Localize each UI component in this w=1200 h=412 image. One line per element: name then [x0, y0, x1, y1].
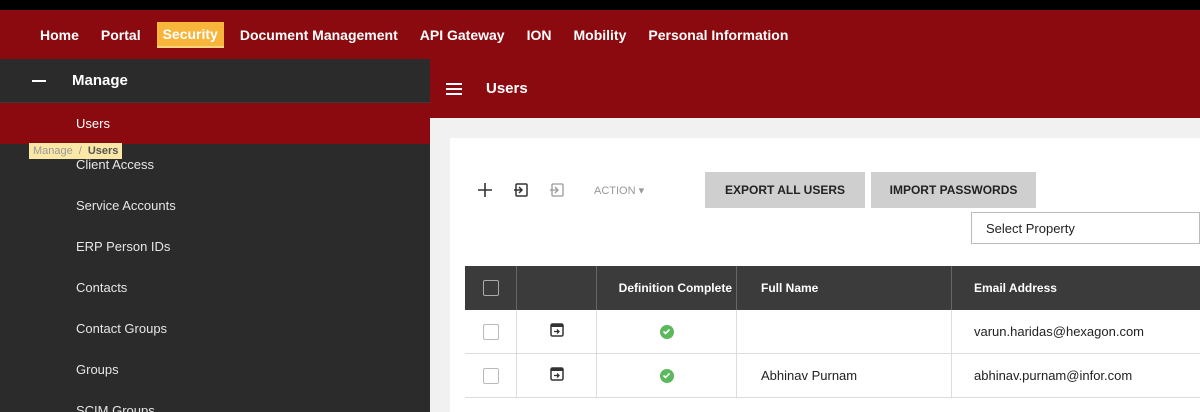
- topnav-mobility[interactable]: Mobility: [573, 23, 626, 47]
- sidebar-item-label: Contacts: [76, 280, 128, 295]
- page-header: Users: [430, 59, 1200, 118]
- breadcrumb: Manage / Users: [29, 143, 123, 159]
- topnav-personal-information[interactable]: Personal Information: [648, 23, 788, 47]
- table-row[interactable]: Abhinav Purnam abhinav.purnam@infor.com: [465, 354, 1200, 398]
- header-select-all: [465, 266, 517, 310]
- row-action-cell: [517, 354, 597, 397]
- header-action-column: [517, 266, 597, 310]
- select-all-checkbox[interactable]: [482, 280, 499, 296]
- sidebar-item-contacts[interactable]: Contacts: [0, 267, 430, 308]
- top-navigation: Home Portal Security Document Management…: [0, 10, 1200, 59]
- email-cell: abhinav.purnam@infor.com: [974, 368, 1133, 383]
- sidebar-item-label: SCIM Groups: [76, 403, 155, 412]
- header-full-name[interactable]: Full Name: [737, 266, 952, 310]
- topnav-home[interactable]: Home: [40, 23, 79, 47]
- sidebar-item-label: Client Access: [76, 157, 155, 172]
- export-all-users-button[interactable]: EXPORT ALL USERS: [705, 172, 865, 208]
- email-cell: varun.haridas@hexagon.com: [974, 324, 1145, 339]
- open-record-icon[interactable]: [549, 367, 564, 384]
- select-property-dropdown[interactable]: Select Property: [971, 212, 1200, 244]
- row-checkbox[interactable]: [482, 323, 499, 340]
- sidebar-item-service-accounts[interactable]: Service Accounts: [0, 185, 430, 226]
- action-dropdown[interactable]: ACTION ▾: [594, 184, 644, 197]
- row-select-cell: [465, 354, 517, 397]
- assign-icon[interactable]: [512, 181, 530, 199]
- users-table: Definition Complete Full Name Email Addr…: [465, 266, 1200, 398]
- check-circle-icon: [659, 368, 674, 383]
- definition-complete-cell: [597, 310, 737, 353]
- action-dropdown-label: ACTION: [594, 184, 636, 197]
- sidebar-item-erp-person-ids[interactable]: ERP Person IDs: [0, 226, 430, 267]
- sidebar-header[interactable]: Manage: [0, 59, 430, 103]
- header-email-address[interactable]: Email Address: [952, 266, 1200, 310]
- sidebar-header-label: Manage: [72, 72, 128, 89]
- hamburger-menu-icon[interactable]: [446, 82, 462, 95]
- page-title: Users: [486, 80, 528, 97]
- sidebar-item-users[interactable]: Users: [0, 103, 430, 144]
- breadcrumb-separator: /: [78, 145, 82, 157]
- row-checkbox[interactable]: [482, 367, 499, 384]
- full-name-cell: [737, 310, 952, 353]
- sidebar-item-label: Contact Groups: [76, 321, 168, 336]
- add-icon[interactable]: [476, 181, 494, 199]
- sidebar-item-groups[interactable]: Groups: [0, 349, 430, 390]
- breadcrumb-current: Users: [87, 145, 119, 157]
- sidebar-item-label: Groups: [76, 362, 119, 377]
- topnav-api-gateway[interactable]: API Gateway: [420, 23, 505, 47]
- sidebar-item-label: ERP Person IDs: [76, 239, 171, 254]
- sidebar-item-scim-groups[interactable]: SCIM Groups: [0, 390, 430, 412]
- sidebar: Manage Users Client Access Service Accou…: [0, 59, 430, 412]
- header-definition-complete[interactable]: Definition Complete: [597, 266, 737, 310]
- sidebar-item-contact-groups[interactable]: Contact Groups: [0, 308, 430, 349]
- definition-complete-cell: [597, 354, 737, 397]
- topnav-document-management[interactable]: Document Management: [240, 23, 398, 47]
- table-row[interactable]: varun.haridas@hexagon.com: [465, 310, 1200, 354]
- sidebar-item-label: Users: [76, 116, 110, 131]
- chevron-down-icon: ▾: [638, 184, 645, 197]
- import-passwords-button[interactable]: IMPORT PASSWORDS: [871, 172, 1036, 208]
- topnav-ion[interactable]: ION: [527, 23, 552, 47]
- topnav-portal[interactable]: Portal: [101, 23, 141, 47]
- toolbar: ACTION ▾: [476, 172, 674, 208]
- sidebar-item-label: Service Accounts: [76, 198, 176, 213]
- window-top-strip: [0, 0, 1200, 10]
- breadcrumb-parent[interactable]: Manage: [33, 145, 73, 157]
- collapse-icon[interactable]: [32, 79, 46, 82]
- table-header-row: Definition Complete Full Name Email Addr…: [465, 266, 1200, 310]
- unassign-icon[interactable]: [548, 181, 566, 199]
- row-select-cell: [465, 310, 517, 353]
- row-action-cell: [517, 310, 597, 353]
- topnav-security[interactable]: Security: [156, 21, 224, 48]
- check-circle-icon: [659, 324, 674, 339]
- full-name-cell: Abhinav Purnam: [737, 354, 952, 397]
- open-record-icon[interactable]: [549, 323, 564, 340]
